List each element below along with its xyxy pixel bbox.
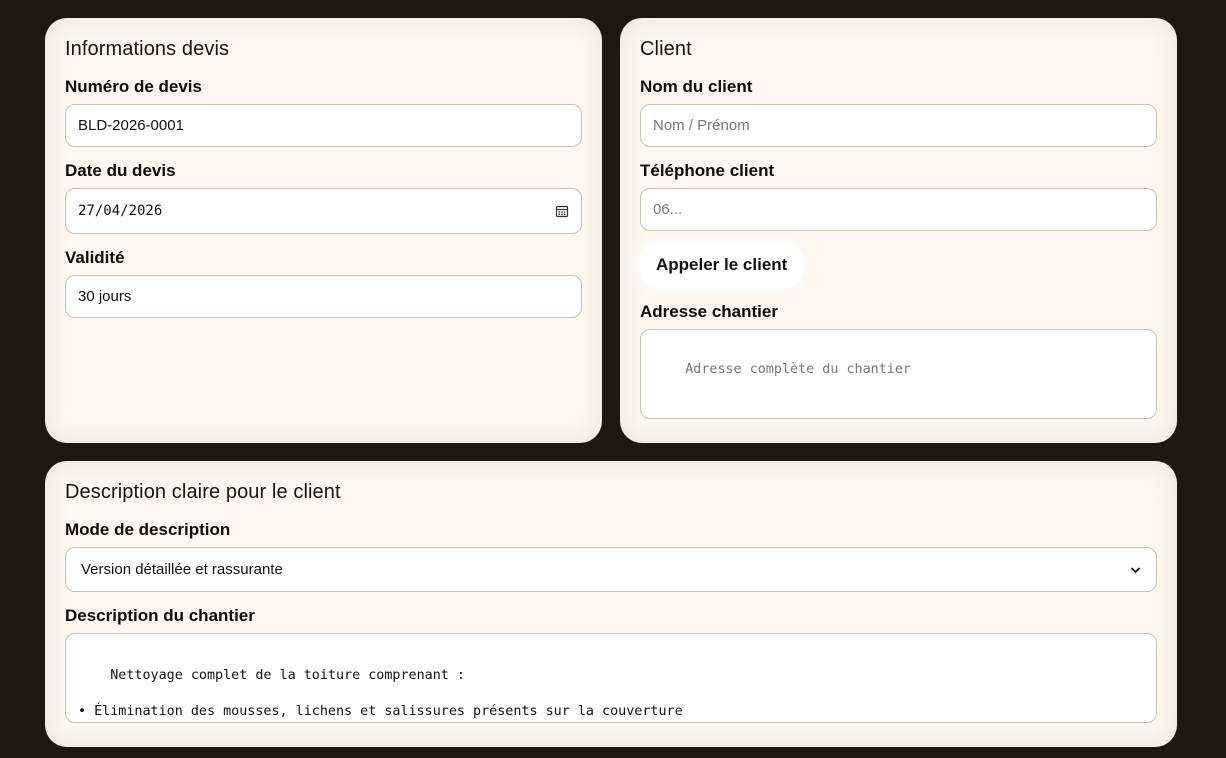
client-phone-label: Téléphone client [640, 161, 775, 180]
site-description-textarea[interactable]: Nettoyage complet de la toiture comprena… [65, 633, 1157, 723]
quote-date-value: 27/04/2026 [78, 203, 163, 219]
call-client-button[interactable]: Appeler le client [640, 242, 804, 288]
site-description-text: Nettoyage complet de la toiture comprena… [78, 668, 683, 719]
quote-number-label: Numéro de devis [65, 77, 202, 96]
chevron-down-icon [1130, 561, 1141, 578]
validity-label: Validité [65, 248, 125, 267]
resize-handle-icon[interactable] [1144, 710, 1153, 719]
resize-handle-icon[interactable] [1144, 406, 1153, 415]
quote-number-input[interactable]: BLD-2026-0001 [65, 104, 582, 147]
client-name-label: Nom du client [640, 77, 753, 96]
client-name-input[interactable]: Nom / Prénom [640, 104, 1157, 147]
site-description-label: Description du chantier [65, 606, 255, 625]
quote-date-input[interactable]: 27/04/2026 [65, 188, 582, 234]
client-phone-input[interactable]: 06... [640, 188, 1157, 231]
site-address-placeholder: Adresse complète du chantier [685, 362, 911, 377]
client-name-placeholder: Nom / Prénom [653, 117, 750, 134]
card-title: Description claire pour le client [65, 481, 341, 503]
calendar-icon[interactable] [555, 204, 569, 218]
validity-input[interactable]: 30 jours [65, 275, 582, 318]
quote-info-card: Informations devis Numéro de devis BLD-2… [45, 18, 602, 443]
site-address-textarea[interactable]: Adresse complète du chantier [640, 329, 1157, 419]
client-phone-placeholder: 06... [653, 201, 683, 218]
validity-value: 30 jours [78, 288, 132, 305]
card-title: Client [640, 38, 692, 60]
client-card: Client Nom du client Nom / Prénom Téléph… [620, 18, 1177, 443]
card-title: Informations devis [65, 38, 230, 60]
quote-date-label: Date du devis [65, 161, 176, 180]
description-card: Description claire pour le client Mode d… [45, 461, 1177, 747]
description-mode-label: Mode de description [65, 520, 231, 539]
scrollbar[interactable] [1139, 640, 1151, 702]
quote-number-value: BLD-2026-0001 [78, 117, 184, 134]
description-mode-select[interactable]: Version détaillée et rassurante [65, 547, 1157, 592]
description-mode-value: Version détaillée et rassurante [81, 561, 283, 578]
site-address-label: Adresse chantier [640, 302, 778, 321]
